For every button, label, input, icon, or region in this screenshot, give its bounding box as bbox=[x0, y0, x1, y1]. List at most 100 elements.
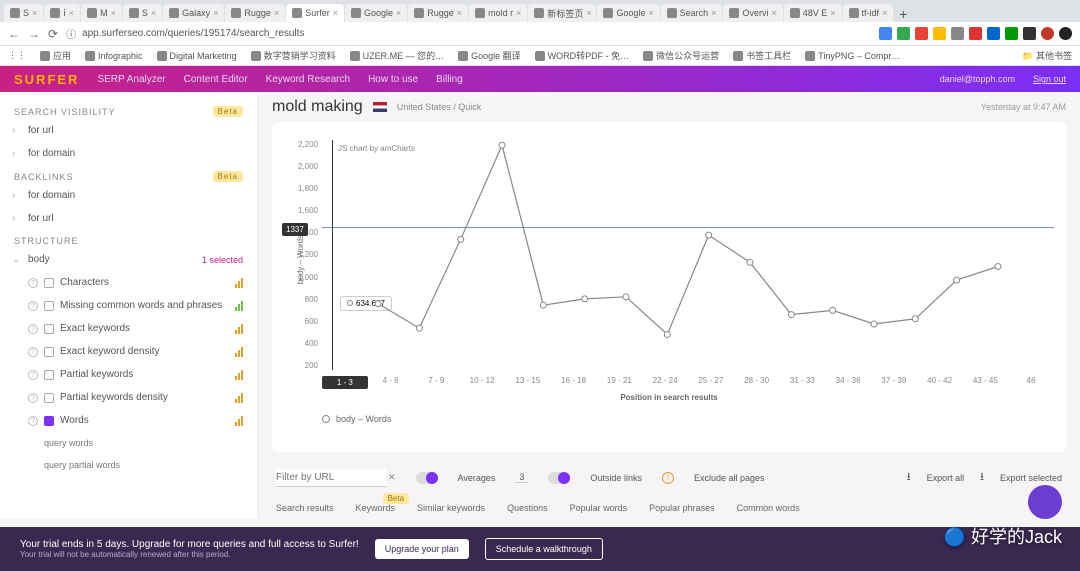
checkbox[interactable] bbox=[44, 370, 54, 380]
browser-tab[interactable]: S× bbox=[123, 4, 162, 22]
sidebar-item[interactable]: ›for url bbox=[0, 119, 257, 142]
browser-tab[interactable]: Overvi× bbox=[723, 4, 782, 22]
chart-container: body – Words 2,2002,0001,8001,6001,4001,… bbox=[272, 122, 1066, 452]
info-icon: ⓘ bbox=[66, 26, 76, 41]
sidebar-item[interactable]: ›for url bbox=[0, 207, 257, 230]
result-tab[interactable]: Popular words bbox=[570, 503, 628, 513]
signout-link[interactable]: Sign out bbox=[1033, 74, 1066, 84]
bookmark-item[interactable]: UZER.ME — 您的… bbox=[350, 49, 445, 62]
browser-tab[interactable]: 48V E× bbox=[784, 4, 842, 22]
result-tab[interactable]: Search results bbox=[276, 503, 334, 513]
checkbox[interactable] bbox=[44, 393, 54, 403]
reload-icon[interactable]: ⟳ bbox=[48, 27, 58, 41]
browser-tab[interactable]: Search× bbox=[661, 4, 723, 22]
checkbox[interactable] bbox=[44, 324, 54, 334]
location-label: United States / Quick bbox=[397, 102, 482, 112]
browser-tab[interactable]: Rugge× bbox=[408, 4, 468, 22]
x-tick: 16 - 18 bbox=[551, 376, 597, 389]
result-tab[interactable]: Popular phrases bbox=[649, 503, 715, 513]
export-all-link[interactable]: Export all bbox=[927, 473, 965, 483]
result-tab[interactable]: Questions bbox=[507, 503, 548, 513]
sidebar-metric-item[interactable]: ?Exact keywords bbox=[0, 317, 257, 340]
browser-tab[interactable]: M× bbox=[81, 4, 122, 22]
nav-keyword-research[interactable]: Keyword Research bbox=[266, 74, 350, 85]
filter-url-input[interactable] bbox=[276, 469, 386, 487]
browser-tab[interactable]: 新标签页× bbox=[528, 4, 596, 22]
upgrade-button[interactable]: Upgrade your plan bbox=[375, 539, 469, 559]
bookmark-item[interactable]: 微信公众号运营 bbox=[643, 49, 719, 62]
bookmark-item[interactable]: 数字营销学习资料 bbox=[251, 49, 336, 62]
chevron-right-icon: › bbox=[12, 148, 15, 159]
browser-tab[interactable]: Rugge× bbox=[225, 4, 285, 22]
sidebar-metric-item[interactable]: ?Missing common words and phrases bbox=[0, 294, 257, 317]
flag-icon bbox=[373, 102, 387, 112]
nav-billing[interactable]: Billing bbox=[436, 74, 463, 85]
result-tab[interactable]: Common words bbox=[737, 503, 800, 513]
back-icon[interactable]: ← bbox=[8, 27, 20, 41]
apps-icon[interactable]: ⋮⋮ bbox=[8, 50, 26, 61]
export-selected-link[interactable]: Export selected bbox=[1000, 473, 1062, 483]
sidebar-metric-item[interactable]: ?Partial keywords density bbox=[0, 386, 257, 409]
sidebar-sub-item[interactable]: query partial words bbox=[0, 454, 257, 476]
x-tick: 7 - 9 bbox=[414, 376, 460, 389]
sidebar-metric-item[interactable]: ?Exact keyword density bbox=[0, 340, 257, 363]
sidebar-metric-item[interactable]: ?Characters bbox=[0, 271, 257, 294]
forward-icon[interactable]: → bbox=[28, 27, 40, 41]
bookmark-item[interactable]: WORD转PDF - 免… bbox=[535, 49, 630, 62]
new-tab-button[interactable]: + bbox=[894, 6, 912, 22]
browser-tab[interactable]: Google× bbox=[345, 4, 407, 22]
chat-widget-icon[interactable] bbox=[1028, 485, 1062, 519]
checkbox[interactable] bbox=[44, 347, 54, 357]
browser-tab[interactable]: mold r× bbox=[469, 4, 527, 22]
nav-how-to-use[interactable]: How to use bbox=[368, 74, 418, 85]
x-tick: 22 - 24 bbox=[642, 376, 688, 389]
x-tick: 40 - 42 bbox=[917, 376, 963, 389]
checkbox[interactable] bbox=[44, 416, 54, 426]
browser-tab[interactable]: Galaxy× bbox=[163, 4, 224, 22]
schedule-walkthrough-button[interactable]: Schedule a walkthrough bbox=[485, 538, 603, 560]
bookmark-item[interactable]: 应用 bbox=[40, 49, 71, 62]
bookmark-item[interactable]: 书签工具栏 bbox=[733, 49, 791, 62]
browser-tab[interactable]: S× bbox=[4, 4, 43, 22]
sidebar-sub-item[interactable]: query words bbox=[0, 432, 257, 454]
bookmark-item[interactable]: TinyPNG – Compr… bbox=[805, 51, 900, 61]
nav-content-editor[interactable]: Content Editor bbox=[184, 74, 248, 85]
nav-serp-analyzer[interactable]: SERP Analyzer bbox=[97, 74, 165, 85]
url-text: app.surferseo.com/queries/195174/search_… bbox=[82, 28, 304, 39]
chevron-down-icon: ⌄ bbox=[12, 254, 20, 265]
app-topbar: SURFER SERP AnalyzerContent EditorKeywor… bbox=[0, 66, 1080, 92]
sidebar-metric-item[interactable]: ?Words bbox=[0, 409, 257, 432]
averages-value[interactable]: 3 bbox=[515, 472, 528, 483]
line-chart[interactable] bbox=[322, 140, 1054, 370]
x-tick: 46 bbox=[1008, 376, 1054, 389]
result-tab[interactable]: KeywordsBeta bbox=[356, 503, 396, 513]
x-tick: 37 - 39 bbox=[871, 376, 917, 389]
outside-links-toggle[interactable] bbox=[548, 472, 570, 484]
browser-tab[interactable]: ⅰ× bbox=[44, 4, 80, 22]
bookmark-item[interactable]: Infographic bbox=[85, 51, 143, 61]
x-tick: 19 - 21 bbox=[597, 376, 643, 389]
x-tick: 10 - 12 bbox=[459, 376, 505, 389]
bookmark-item[interactable]: Google 翻译 bbox=[458, 49, 521, 62]
averages-toggle[interactable] bbox=[416, 472, 438, 484]
other-bookmarks[interactable]: 📁 其他书签 bbox=[1022, 49, 1072, 62]
clear-icon[interactable]: ✕ bbox=[388, 472, 396, 483]
export-icon: ⭳ bbox=[980, 468, 984, 487]
sidebar-metric-item[interactable]: ?Partial keywords bbox=[0, 363, 257, 386]
browser-tab[interactable]: Surfer× bbox=[286, 4, 344, 22]
export-icon: ⭳ bbox=[907, 468, 911, 487]
sidebar-item[interactable]: ›for domain bbox=[0, 184, 257, 207]
checkbox[interactable] bbox=[44, 301, 54, 311]
info-icon: ? bbox=[28, 324, 38, 334]
sidebar-item[interactable]: ›for domain bbox=[0, 142, 257, 165]
info-icon: ? bbox=[28, 370, 38, 380]
exclude-all-link[interactable]: Exclude all pages bbox=[694, 473, 765, 483]
sidebar-body-toggle[interactable]: ⌄body1 selected bbox=[0, 248, 257, 271]
result-tab[interactable]: Similar keywords bbox=[417, 503, 485, 513]
legend-marker-icon bbox=[322, 415, 330, 423]
bookmark-item[interactable]: Digital Marketing bbox=[157, 51, 237, 61]
browser-tab[interactable]: tf-idf× bbox=[843, 4, 894, 22]
checkbox[interactable] bbox=[44, 278, 54, 288]
browser-tab[interactable]: Google× bbox=[597, 4, 659, 22]
url-field[interactable]: ⓘ app.surferseo.com/queries/195174/searc… bbox=[66, 26, 871, 41]
